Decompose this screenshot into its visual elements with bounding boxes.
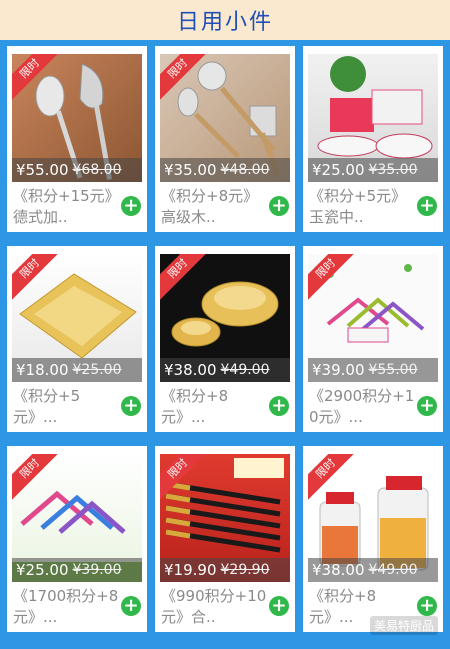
price: ¥55.00 [16, 161, 69, 179]
price: ¥35.00 [164, 161, 217, 179]
product-name[interactable]: 《1700积分+8元》... [13, 586, 121, 628]
original-price: ¥25.00 [72, 362, 122, 378]
add-to-cart-button[interactable]: + [269, 396, 289, 416]
add-to-cart-button[interactable]: + [269, 196, 289, 216]
product-image[interactable]: 限时 ¥19.90 ¥29.90 [160, 454, 290, 582]
product-name[interactable]: 《积分+8元》... [161, 386, 269, 428]
original-price: ¥49.00 [368, 562, 418, 578]
add-to-cart-button[interactable]: + [417, 596, 437, 616]
original-price: ¥49.00 [220, 362, 270, 378]
watermark: 美易特厨品 [369, 616, 438, 635]
product-card[interactable]: 限时 ¥39.00 ¥55.00 《2900积分+10元》... + [303, 246, 443, 432]
product-name[interactable]: 《积分+8元》高级木.. [161, 186, 269, 228]
original-price: ¥48.00 [220, 162, 270, 178]
product-name[interactable]: 《积分+5元》... [13, 386, 121, 428]
product-card[interactable]: ¥25.00 ¥35.00 《积分+5元》玉瓷中.. + [303, 46, 443, 232]
price: ¥38.00 [312, 561, 365, 579]
product-card[interactable]: 限时 ¥38.00 ¥49.00 《积分+8元》... + [155, 246, 295, 432]
product-image[interactable]: 限时 ¥35.00 ¥48.00 [160, 54, 290, 182]
page-title: 日用小件 [176, 10, 273, 35]
add-to-cart-button[interactable]: + [269, 596, 289, 616]
original-price: ¥68.00 [72, 162, 122, 178]
price: ¥25.00 [16, 561, 69, 579]
add-to-cart-button[interactable]: + [121, 596, 141, 616]
price-bar: ¥19.90 ¥29.90 [160, 558, 290, 582]
product-image[interactable]: 限时 ¥38.00 ¥49.00 [308, 454, 438, 582]
product-name[interactable]: 《2900积分+10元》... [309, 386, 417, 428]
page-header: 日用小件 [0, 0, 450, 40]
product-card[interactable]: 限时 ¥55.00 ¥68.00 《积分+15元》德式加.. + [7, 46, 147, 232]
product-image[interactable]: 限时 ¥18.00 ¥25.00 [12, 254, 142, 382]
product-card[interactable]: 限时 ¥25.00 ¥39.00 《1700积分+8元》... + [7, 446, 147, 632]
original-price: ¥39.00 [72, 562, 122, 578]
product-image[interactable]: 限时 ¥39.00 ¥55.00 [308, 254, 438, 382]
price: ¥19.90 [164, 561, 217, 579]
price-bar: ¥39.00 ¥55.00 [308, 358, 438, 382]
product-image[interactable]: ¥25.00 ¥35.00 [308, 54, 438, 182]
original-price: ¥35.00 [368, 162, 418, 178]
product-card[interactable]: 限时 ¥18.00 ¥25.00 《积分+5元》... + [7, 246, 147, 432]
price: ¥38.00 [164, 361, 217, 379]
product-image[interactable]: 限时 ¥38.00 ¥49.00 [160, 254, 290, 382]
price: ¥39.00 [312, 361, 365, 379]
add-to-cart-button[interactable]: + [417, 196, 437, 216]
price: ¥25.00 [312, 161, 365, 179]
price-bar: ¥18.00 ¥25.00 [12, 358, 142, 382]
add-to-cart-button[interactable]: + [121, 196, 141, 216]
product-card[interactable]: 限时 ¥19.90 ¥29.90 《990积分+10元》合.. + [155, 446, 295, 632]
price-bar: ¥55.00 ¥68.00 [12, 158, 142, 182]
original-price: ¥55.00 [368, 362, 418, 378]
price: ¥18.00 [16, 361, 69, 379]
price-bar: ¥25.00 ¥39.00 [12, 558, 142, 582]
add-to-cart-button[interactable]: + [121, 396, 141, 416]
product-image[interactable]: 限时 ¥25.00 ¥39.00 [12, 454, 142, 582]
product-name[interactable]: 《积分+15元》德式加.. [13, 186, 121, 228]
original-price: ¥29.90 [220, 562, 270, 578]
product-card[interactable]: 限时 ¥35.00 ¥48.00 《积分+8元》高级木.. + [155, 46, 295, 232]
add-to-cart-button[interactable]: + [417, 396, 437, 416]
product-name[interactable]: 《990积分+10元》合.. [161, 586, 269, 628]
price-bar: ¥25.00 ¥35.00 [308, 158, 438, 182]
price-bar: ¥38.00 ¥49.00 [160, 358, 290, 382]
price-bar: ¥35.00 ¥48.00 [160, 158, 290, 182]
product-card[interactable]: 限时 ¥38.00 ¥49.00 《积分+8元》... + [303, 446, 443, 632]
product-name[interactable]: 《积分+5元》玉瓷中.. [309, 186, 417, 228]
product-grid: 限时 ¥55.00 ¥68.00 《积分+15元》德式加.. + 限时 ¥35.… [7, 46, 443, 632]
product-image[interactable]: 限时 ¥55.00 ¥68.00 [12, 54, 142, 182]
price-bar: ¥38.00 ¥49.00 [308, 558, 438, 582]
